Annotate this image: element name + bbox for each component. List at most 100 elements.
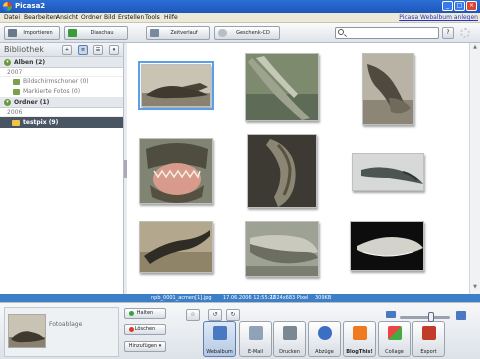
view-list-icon[interactable]: ≡	[78, 45, 88, 55]
menu-tools[interactable]: Tools	[145, 14, 160, 21]
star-button[interactable]: ☆	[186, 309, 200, 321]
folder-item-testpix[interactable]: testpix (9)	[0, 117, 123, 128]
toolbar: Importieren Diaschau Zeitverlauf Geschen…	[0, 23, 480, 43]
folders-year: 2006	[0, 108, 123, 117]
clear-button[interactable]: Löschen	[124, 324, 166, 335]
collapse-arrow-icon: ▾	[4, 59, 11, 66]
slideshow-button[interactable]: Diaschau	[64, 26, 128, 40]
folders-header-label: Ordner (1)	[14, 99, 50, 106]
hold-icon	[129, 311, 134, 316]
album-icon	[13, 79, 20, 85]
photo-thumbnail[interactable]	[352, 153, 424, 191]
photo-thumbnail[interactable]	[247, 134, 317, 208]
globe-icon	[318, 326, 332, 340]
tray-photo-thumbnail[interactable]	[8, 314, 46, 348]
slider-handle[interactable]	[428, 312, 434, 322]
library-header: Bibliothek + ≡ ☰ ▾	[0, 43, 123, 57]
print-label: Drucken	[279, 349, 300, 355]
blogthis-button[interactable]: BlogThis!	[343, 321, 376, 357]
import-label: Importieren	[23, 30, 53, 36]
play-icon	[68, 29, 77, 37]
timeline-icon	[150, 29, 159, 37]
prints-order-button[interactable]: Abzüge	[308, 321, 341, 357]
printer-icon	[283, 326, 297, 340]
albums-header-label: Alben (2)	[14, 59, 46, 66]
prints-order-label: Abzüge	[315, 349, 334, 355]
collapse-arrow-icon: ▾	[4, 99, 11, 106]
clear-label: Löschen	[134, 326, 156, 332]
album-icon	[13, 89, 20, 95]
collage-button[interactable]: Collage	[378, 321, 411, 357]
print-button[interactable]: Drucken	[273, 321, 306, 357]
rotate-left-button[interactable]: ↺	[208, 309, 222, 321]
export-label: Export	[420, 349, 437, 355]
photo-thumbnail[interactable]	[138, 61, 214, 110]
status-date: 17.06.2006 12:55:22	[223, 295, 276, 301]
menu-ansicht[interactable]: Ansicht	[56, 14, 78, 21]
menu-ordner[interactable]: Ordner	[81, 14, 102, 21]
photo-grid-scrollbar[interactable]: ▲ ▼	[469, 43, 480, 294]
view-tree-icon[interactable]: ☰	[93, 45, 103, 55]
close-button[interactable]: ×	[466, 1, 477, 11]
chevron-down-icon: ▾	[158, 343, 162, 349]
menu-bild[interactable]: Bild	[104, 14, 115, 21]
photo-thumbnail[interactable]	[139, 138, 213, 204]
search-icon	[338, 29, 344, 35]
menu-bar: Datei Bearbeiten Ansicht Ordner Bild Ers…	[0, 13, 480, 23]
create-webalbum-link[interactable]: Picasa Webalbum anlegen	[399, 14, 478, 21]
library-sidebar: Bibliothek + ≡ ☰ ▾ ▾ Alben (2) 2007 Bild…	[0, 43, 124, 294]
folder-icon	[12, 120, 20, 126]
photo-tray-panel: Fotoablage Halten Löschen Hinzufügen ▾ ☆…	[0, 302, 480, 359]
thumbnail-size-icon	[386, 311, 396, 318]
menu-erstellen[interactable]: Erstellen	[118, 14, 144, 21]
photo-thumbnail[interactable]	[139, 221, 213, 273]
scroll-down-icon[interactable]: ▼	[471, 284, 479, 292]
album-item-starred[interactable]: Markierte Fotos (0)	[0, 87, 123, 97]
email-label: E-Mail	[247, 349, 264, 355]
clear-icon	[129, 327, 134, 332]
hold-button[interactable]: Halten	[124, 308, 166, 319]
scroll-up-icon[interactable]: ▲	[471, 44, 479, 52]
menu-datei[interactable]: Datei	[4, 14, 20, 21]
albums-year: 2007	[0, 68, 123, 77]
folder-label: testpix (9)	[23, 119, 59, 126]
webalbum-label: Webalbum	[206, 349, 233, 355]
library-title: Bibliothek	[4, 45, 44, 54]
photo-thumbnail[interactable]	[350, 221, 424, 271]
cd-icon	[218, 29, 227, 37]
gift-cd-button[interactable]: Geschenk-CD	[214, 26, 280, 40]
collapse-icon[interactable]: ▾	[109, 45, 119, 55]
add-to-button[interactable]: Hinzufügen ▾	[124, 341, 166, 352]
maximize-button[interactable]: □	[454, 1, 465, 11]
folders-group-header[interactable]: ▾ Ordner (1)	[0, 97, 123, 108]
email-button[interactable]: E-Mail	[239, 321, 272, 357]
large-thumbnail-icon	[456, 311, 466, 320]
albums-group-header[interactable]: ▾ Alben (2)	[0, 57, 123, 68]
menu-hilfe[interactable]: Hilfe	[164, 14, 178, 21]
gift-cd-label: Geschenk-CD	[236, 30, 270, 36]
import-button[interactable]: Importieren	[4, 26, 60, 40]
export-button[interactable]: Export	[412, 321, 445, 357]
minimize-button[interactable]: _	[442, 1, 453, 11]
photo-thumbnail[interactable]	[362, 53, 414, 125]
rotate-right-button[interactable]: ↻	[226, 309, 240, 321]
status-size: 309KB	[315, 295, 332, 301]
album-label: Bildschirmschoner (0)	[23, 78, 89, 85]
timeline-button[interactable]: Zeitverlauf	[146, 26, 210, 40]
photo-thumbnail[interactable]	[245, 53, 319, 121]
picasa-app-icon	[3, 2, 12, 11]
activity-indicator-icon	[460, 28, 470, 38]
add-to-label: Hinzufügen	[128, 343, 158, 349]
photo-thumbnail[interactable]	[245, 221, 319, 277]
thumbnail-size-slider[interactable]	[400, 316, 450, 319]
timeline-label: Zeitverlauf	[170, 30, 198, 36]
new-album-button[interactable]: +	[62, 45, 72, 55]
status-bar: npb_0001_acmen[1].jpg 17.06.2006 12:55:2…	[0, 294, 480, 302]
menu-bearbeiten[interactable]: Bearbeiten	[24, 14, 57, 21]
search-field[interactable]	[335, 27, 439, 39]
webalbum-button[interactable]: Webalbum	[203, 321, 236, 357]
photo-grid	[127, 43, 469, 294]
album-item-screensaver[interactable]: Bildschirmschoner (0)	[0, 77, 123, 87]
search-options-button[interactable]: ?	[442, 27, 454, 39]
title-bar: Picasa2 _ □ ×	[0, 0, 480, 13]
